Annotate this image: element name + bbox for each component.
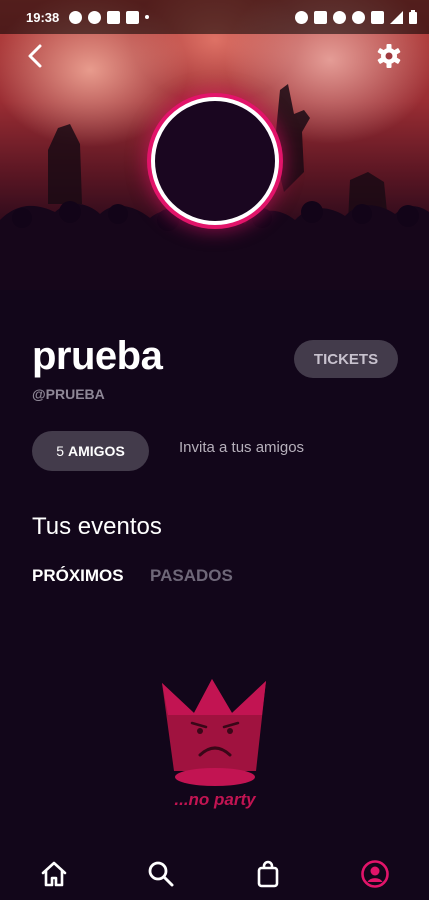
5g-icon: [371, 10, 384, 24]
battery-icon: [409, 10, 417, 24]
avatar[interactable]: [151, 97, 279, 225]
tickets-button[interactable]: TICKETS: [294, 340, 398, 378]
dot-icon: [145, 15, 150, 19]
chevron-left-icon: [28, 44, 42, 68]
news-icon: [107, 10, 121, 24]
invite-friends-link[interactable]: Invita a tus amigos: [179, 439, 304, 456]
friends-count: 5: [56, 443, 64, 459]
bottom-nav: [0, 848, 429, 900]
status-bar: 19:38: [0, 0, 429, 34]
profile-handle: @PRUEBA: [32, 386, 105, 402]
tab-upcoming[interactable]: PRÓXIMOS: [32, 566, 124, 586]
alarm-icon: [295, 10, 308, 24]
back-button[interactable]: [22, 42, 50, 70]
network-icon: [126, 10, 140, 24]
tab-past[interactable]: PASADOS: [150, 566, 233, 586]
friends-label: AMIGOS: [68, 443, 125, 459]
events-section-title: Tus eventos: [32, 513, 162, 540]
empty-state-text: ...no party: [174, 790, 256, 809]
friends-button[interactable]: 5 AMIGOS: [32, 431, 149, 471]
nav-home[interactable]: [34, 854, 74, 894]
home-icon: [41, 861, 66, 887]
profile-name: prueba: [32, 334, 163, 378]
nav-tickets[interactable]: [248, 854, 288, 894]
nav-search[interactable]: [141, 854, 181, 894]
status-time: 19:38: [26, 9, 60, 25]
mute-icon: [333, 10, 346, 24]
search-icon: [148, 861, 174, 887]
profile-icon: [361, 860, 390, 888]
shopping-bag-icon: [257, 860, 279, 888]
settings-button[interactable]: [375, 42, 403, 70]
gear-icon: [69, 10, 83, 24]
gear-icon: [377, 44, 401, 68]
hotspot-icon: [352, 10, 365, 24]
signal-icon: [390, 10, 403, 24]
whatsapp-icon: [88, 10, 102, 24]
nav-profile[interactable]: [355, 854, 395, 894]
nfc-icon: [314, 10, 327, 24]
